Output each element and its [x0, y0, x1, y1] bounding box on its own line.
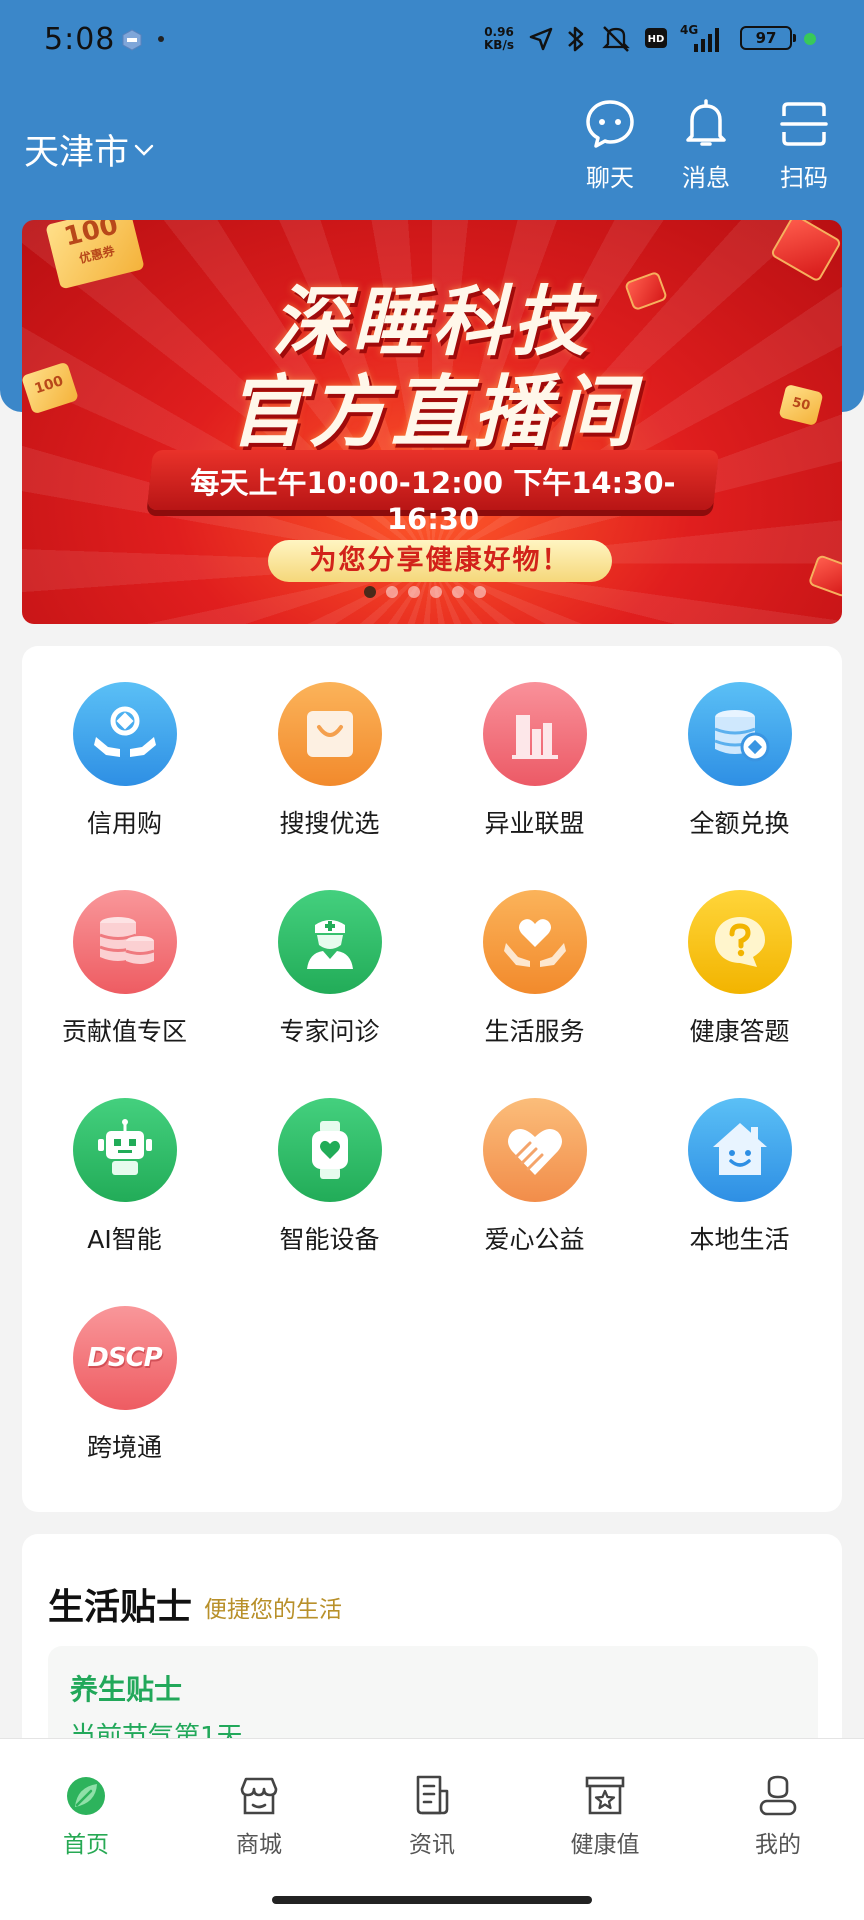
banner-pagination — [364, 586, 486, 598]
bar-chart-icon — [482, 682, 587, 786]
nav-mall[interactable]: 商城 — [199, 1773, 319, 1859]
home-indicator[interactable] — [272, 1896, 592, 1904]
grid-item-ai[interactable]: AI智能 — [22, 1098, 227, 1256]
grid-item-cross-border[interactable]: DSCP 跨境通 — [22, 1306, 227, 1464]
scan-icon — [780, 102, 828, 146]
section-subtitle: 便捷您的生活 — [204, 1597, 342, 1623]
dscp-icon: DSCP — [72, 1306, 177, 1410]
banner-tagline: 为您分享健康好物！ — [268, 540, 612, 582]
banner-title-line2: 官方直播间 — [226, 368, 637, 458]
grid-item-smart-devices[interactable]: 智能设备 — [227, 1098, 432, 1256]
promo-banner[interactable]: 100 优惠券 100 50 深睡科技 官方直播间 每天上午10:00-12:00… — [22, 220, 842, 624]
banner-dot — [364, 586, 376, 598]
status-more-dot — [158, 36, 164, 42]
location-arrow-icon — [529, 27, 553, 51]
battery-indicator: 97 — [740, 26, 796, 50]
grid-item-contribution-zone[interactable]: 贡献值专区 — [22, 890, 227, 1048]
nav-label: 首页 — [63, 1832, 109, 1858]
grid-item-charity[interactable]: 爱心公益 — [432, 1098, 637, 1256]
nurse-icon — [277, 890, 382, 994]
network-type: 4G — [680, 23, 699, 37]
credit-hands-icon — [72, 682, 177, 786]
mute-icon — [602, 26, 630, 52]
network-speed: 0.96 KB/s — [484, 25, 514, 52]
nav-news[interactable]: 资讯 — [372, 1773, 492, 1859]
nav-label: 资讯 — [409, 1832, 455, 1858]
nav-home[interactable]: 首页 — [26, 1773, 146, 1859]
grid-label: 爱心公益 — [484, 1225, 585, 1254]
scan-label: 扫码 — [780, 164, 828, 192]
messages-label: 消息 — [682, 164, 730, 192]
grid-item-full-exchange[interactable]: 全额兑换 — [637, 682, 842, 840]
grid-label: 本地生活 — [689, 1225, 790, 1254]
grid-item-local-life[interactable]: 本地生活 — [637, 1098, 842, 1256]
grid-label: 异业联盟 — [484, 809, 585, 838]
coin-stack-exchange-icon — [687, 682, 792, 786]
charity-heart-icon — [482, 1098, 587, 1202]
grid-label: AI智能 — [87, 1225, 162, 1254]
banner-schedule: 每天上午10:00-12:00 下午14:30-16:30 — [190, 466, 676, 536]
news-icon — [416, 1775, 449, 1815]
status-bar: 5:08 0.96 KB/s HD 4G 97 — [0, 0, 864, 78]
banner-dot — [386, 586, 398, 598]
grid-label: 健康答题 — [689, 1017, 790, 1046]
health-value-icon — [585, 1776, 625, 1815]
banner-dot — [430, 586, 442, 598]
grid-label: 跨境通 — [86, 1433, 162, 1462]
smartwatch-icon — [277, 1098, 382, 1202]
bell-icon — [686, 99, 726, 146]
chevron-down-icon — [134, 144, 154, 156]
nav-profile[interactable]: 我的 — [718, 1773, 838, 1859]
store-icon — [240, 1777, 278, 1815]
nav-label: 商城 — [236, 1832, 282, 1858]
grid-item-life-services[interactable]: 生活服务 — [432, 890, 637, 1048]
city-name: 天津市 — [24, 133, 130, 173]
privacy-indicator-dot — [804, 33, 816, 45]
grid-label: 全额兑换 — [689, 809, 790, 838]
chat-icon — [586, 100, 634, 148]
grid-item-credit-purchase[interactable]: 信用购 — [22, 682, 227, 840]
profile-icon — [759, 1775, 797, 1816]
grid-item-expert-consultation[interactable]: 专家问诊 — [227, 890, 432, 1048]
home-leaf-icon — [67, 1777, 105, 1815]
nav-label: 健康值 — [570, 1832, 640, 1858]
grid-item-cross-industry-alliance[interactable]: 异业联盟 — [432, 682, 637, 840]
banner-dot — [408, 586, 420, 598]
nav-health-value[interactable]: 健康值 — [545, 1773, 665, 1859]
city-selector[interactable]: 天津市 — [24, 124, 155, 175]
messages-button[interactable]: 消息 — [666, 98, 746, 193]
section-title: 生活贴士 — [48, 1587, 193, 1628]
grid-label: 贡献值专区 — [61, 1017, 187, 1046]
grid-label: 搜搜优选 — [279, 809, 380, 838]
chat-button[interactable]: 聊天 — [570, 98, 650, 193]
nav-label: 我的 — [755, 1832, 801, 1858]
grid-item-search-selection[interactable]: 搜搜优选 — [227, 682, 432, 840]
scan-button[interactable]: 扫码 — [764, 98, 844, 193]
bottom-navigation: 首页 商城 资讯 健康值 我的 — [0, 1738, 864, 1920]
coin-stack-icon — [72, 890, 177, 994]
banner-dot — [474, 586, 486, 598]
question-bubble-icon — [687, 890, 792, 994]
hd-icon: HD — [645, 28, 667, 48]
svg-text:HD: HD — [648, 34, 665, 45]
smile-house-icon — [687, 1098, 792, 1202]
grid-label: 生活服务 — [484, 1017, 585, 1046]
chat-label: 聊天 — [586, 164, 634, 192]
shopping-bag-icon — [277, 682, 382, 786]
grid-item-health-quiz[interactable]: 健康答题 — [637, 890, 842, 1048]
banner-dot — [452, 586, 464, 598]
status-time: 5:08 — [44, 22, 116, 57]
grid-label: 专家问诊 — [279, 1017, 380, 1046]
heart-hands-icon — [482, 890, 587, 994]
bluetooth-icon — [568, 26, 584, 52]
service-grid: 信用购 搜搜优选 异业联盟 全额兑换 贡献值专区 专家问诊 生活服务 健康答题 … — [22, 646, 842, 1512]
grid-label: 信用购 — [86, 809, 162, 838]
grid-label: 智能设备 — [279, 1225, 380, 1254]
robot-icon — [72, 1098, 177, 1202]
app-notification-icon — [122, 29, 142, 51]
tip-card-title: 养生贴士 — [70, 1673, 183, 1706]
